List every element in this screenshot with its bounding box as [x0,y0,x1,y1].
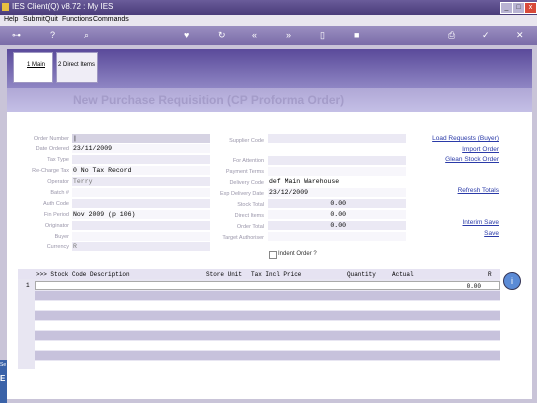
menu-submit[interactable]: Submit [23,16,45,23]
row-number: 1 [26,282,30,289]
import-order-link[interactable]: Import Order [400,146,499,153]
table-row[interactable] [35,351,500,360]
supplier-code-field[interactable] [268,134,406,143]
target-authoriser-label: Target Authoriser [222,235,264,241]
table-row[interactable] [35,331,500,340]
window-title: IES Client(Q) v8.72 : My IES [12,2,114,11]
currency-label: Currency [46,244,69,250]
table-row[interactable] [35,321,500,330]
exp-delivery-field[interactable]: 23/12/2009 [268,188,406,197]
fin-period-field[interactable]: Nov 2009 (p 106) [72,210,210,219]
delivery-code-label: Delivery Code [229,180,264,186]
toolbar: ⊶ ? ⌕ ♥ ↻ « » ▯ ■ ⎙ ✓ ✕ [0,26,537,45]
for-attention-label: For Attention [232,158,264,164]
recharge-tax-label: Re-Charge Tax [32,168,69,174]
menu-bar: Help Submit Quit Functions Commands [0,15,537,26]
refresh-icon[interactable]: ↻ [218,30,226,41]
order-total-label: Order Total [236,224,264,230]
table-row[interactable] [35,291,500,300]
stock-total-label: Stock Total [237,202,264,208]
stop-icon[interactable]: ■ [354,30,359,40]
tab-direct-items[interactable]: 2 Direct Items [56,52,98,83]
table-row[interactable] [35,341,500,350]
payment-terms-field[interactable] [268,167,406,176]
table-row[interactable] [35,301,500,310]
forward-icon[interactable]: » [286,30,291,40]
check-icon[interactable]: ✓ [482,30,490,41]
document-icon[interactable]: ▯ [320,30,325,41]
table-row[interactable] [35,311,500,320]
auth-code-field[interactable] [72,199,210,208]
originator-field[interactable] [72,221,210,230]
recharge-tax-field[interactable]: 0 No Tax Record [72,166,210,175]
col-quantity[interactable]: Quantity [347,271,376,278]
indent-order-label: Indent Order ? [278,251,317,257]
rewind-icon[interactable]: « [252,30,257,40]
date-ordered-label: Date Ordered [35,146,69,152]
key-icon[interactable]: ⊶ [12,30,21,41]
date-ordered-field[interactable]: 23/11/2009 [72,144,210,153]
batch-label: Batch # [50,190,69,196]
col-store-unit[interactable]: Store Unit [206,271,242,278]
batch-field[interactable] [72,188,210,197]
tab-main[interactable]: 1 Main [13,52,53,83]
side-panel: Se E [0,360,7,403]
info-icon[interactable]: i [503,272,521,290]
menu-commands[interactable]: Commands [93,16,129,23]
grid-header: >>> Stock Code Description Store Unit Ta… [18,269,500,279]
target-authoriser-field[interactable] [268,232,406,241]
delivery-code-field[interactable]: def Main Warehouse [268,177,406,186]
operator-field[interactable]: Terry [72,177,210,186]
row-value: 0.00 [466,283,481,290]
fin-period-label: Fin Period [43,212,69,218]
title-bar: IES Client(Q) v8.72 : My IES _ □ x [0,0,537,15]
table-row[interactable]: 0.00 [35,281,500,290]
menu-help[interactable]: Help [4,16,18,23]
menu-quit[interactable]: Quit [45,16,58,23]
stock-total-field: 0.00 [268,199,406,208]
auth-code-label: Auth Code [43,201,69,207]
tax-type-label: Tax Type [47,157,69,163]
refresh-totals-link[interactable]: Refresh Totals [400,187,499,194]
buyer-label: Buyer [54,234,69,240]
col-r[interactable]: R [488,271,492,278]
col-actual[interactable]: Actual [392,271,414,278]
heart-icon[interactable]: ♥ [184,30,189,40]
direct-items-label: Direct Items [234,213,264,219]
interim-save-link[interactable]: Interim Save [400,219,500,226]
operator-label: Operator [47,179,69,185]
tax-type-field[interactable] [72,155,210,164]
buyer-field[interactable] [72,232,210,241]
supplier-name-field[interactable] [268,145,406,154]
exp-delivery-label: Exp Delivery Date [219,191,264,197]
save-link[interactable]: Save [400,230,499,237]
order-number-label: Order Number [33,136,69,142]
help-icon[interactable]: ? [50,30,55,40]
glean-stock-order-link[interactable]: Glean Stock Order [400,156,499,163]
page-title: New Purchase Requisition (CP Proforma Or… [73,93,345,107]
order-number-field[interactable]: | [72,134,210,143]
close-button[interactable]: x [524,2,537,14]
supplier-code-label: Supplier Code [229,138,264,144]
col-stock-code[interactable]: >>> Stock Code Description [36,271,130,278]
direct-items-field: 0.00 [268,210,406,219]
currency-field[interactable]: R [72,242,210,251]
app-icon [2,3,9,11]
search-icon[interactable]: ⌕ [84,30,89,41]
for-attention-field[interactable] [268,156,406,165]
print-icon[interactable]: ⎙ [448,30,455,41]
originator-label: Originator [44,223,69,229]
col-tax-incl-price[interactable]: Tax Incl Price [251,271,301,278]
order-total-field: 0.00 [268,221,406,230]
table-row[interactable] [35,361,500,370]
payment-terms-label: Payment Terms [225,169,264,175]
menu-functions[interactable]: Functions [62,16,92,23]
indent-order-checkbox[interactable] [269,251,277,259]
cancel-icon[interactable]: ✕ [516,30,524,41]
load-requests-link[interactable]: Load Requests (Buyer) [400,135,499,142]
